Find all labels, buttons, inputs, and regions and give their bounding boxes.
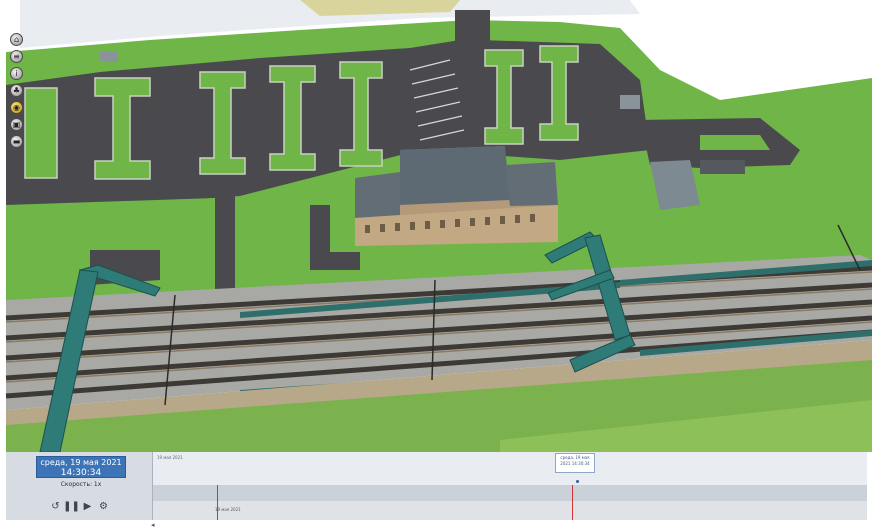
tree-icon[interactable]: ♣ bbox=[10, 84, 23, 97]
map-toolbar: ⌂ ≡ i ♣ ◉ ▣ ▬ bbox=[10, 33, 27, 148]
timeline-cursor[interactable] bbox=[576, 480, 579, 483]
timeline-marker-label: среда, 19 мая 2021 14:30:34 bbox=[555, 453, 595, 473]
timeline-panel: среда, 19 мая 2021 14:30:34 Скорость: 1x… bbox=[6, 452, 867, 529]
playback-controls: ↺ ❚❚ ▶ ⚙ bbox=[50, 501, 109, 512]
current-datetime[interactable]: среда, 19 мая 2021 14:30:34 bbox=[36, 456, 126, 478]
current-time: 14:30:34 bbox=[60, 468, 102, 478]
timeline-range-start[interactable] bbox=[217, 485, 218, 520]
rewind-icon[interactable]: ↺ bbox=[50, 501, 61, 512]
home-icon[interactable]: ⌂ bbox=[10, 33, 23, 46]
clock-widget: среда, 19 мая 2021 14:30:34 Скорость: 1x… bbox=[6, 452, 153, 520]
3d-map-scene[interactable] bbox=[0, 0, 872, 520]
timeline-start-label: 19 мая 2021 bbox=[157, 455, 183, 460]
view-icon[interactable]: ◉ bbox=[10, 101, 23, 114]
pause-icon[interactable]: ❚❚ bbox=[63, 501, 80, 512]
timeline-tick-label: 19 мая 2021 bbox=[215, 507, 241, 512]
settings-icon[interactable]: ⚙ bbox=[98, 501, 109, 512]
info-icon[interactable]: i bbox=[10, 67, 23, 80]
timeline-ticks bbox=[153, 501, 867, 520]
current-date: среда, 19 мая 2021 bbox=[40, 458, 122, 467]
timeline-bar[interactable]: ◂ bbox=[151, 485, 867, 529]
speed-label: Скорость: 1x bbox=[60, 481, 102, 488]
layers-icon[interactable]: ≡ bbox=[10, 50, 23, 63]
timeline-current-marker[interactable] bbox=[572, 485, 573, 520]
scroll-left-icon[interactable]: ◂ bbox=[151, 521, 155, 529]
play-icon[interactable]: ▶ bbox=[82, 501, 93, 512]
timeline-header: 19 мая 2021 среда, 19 мая 2021 14:30:34 bbox=[153, 452, 867, 486]
timeline-track[interactable]: 19 мая 2021 среда, 19 мая 2021 14:30:34 … bbox=[151, 452, 867, 529]
ruler-icon[interactable]: ▬ bbox=[10, 135, 23, 148]
camera-icon[interactable]: ▣ bbox=[10, 118, 23, 131]
